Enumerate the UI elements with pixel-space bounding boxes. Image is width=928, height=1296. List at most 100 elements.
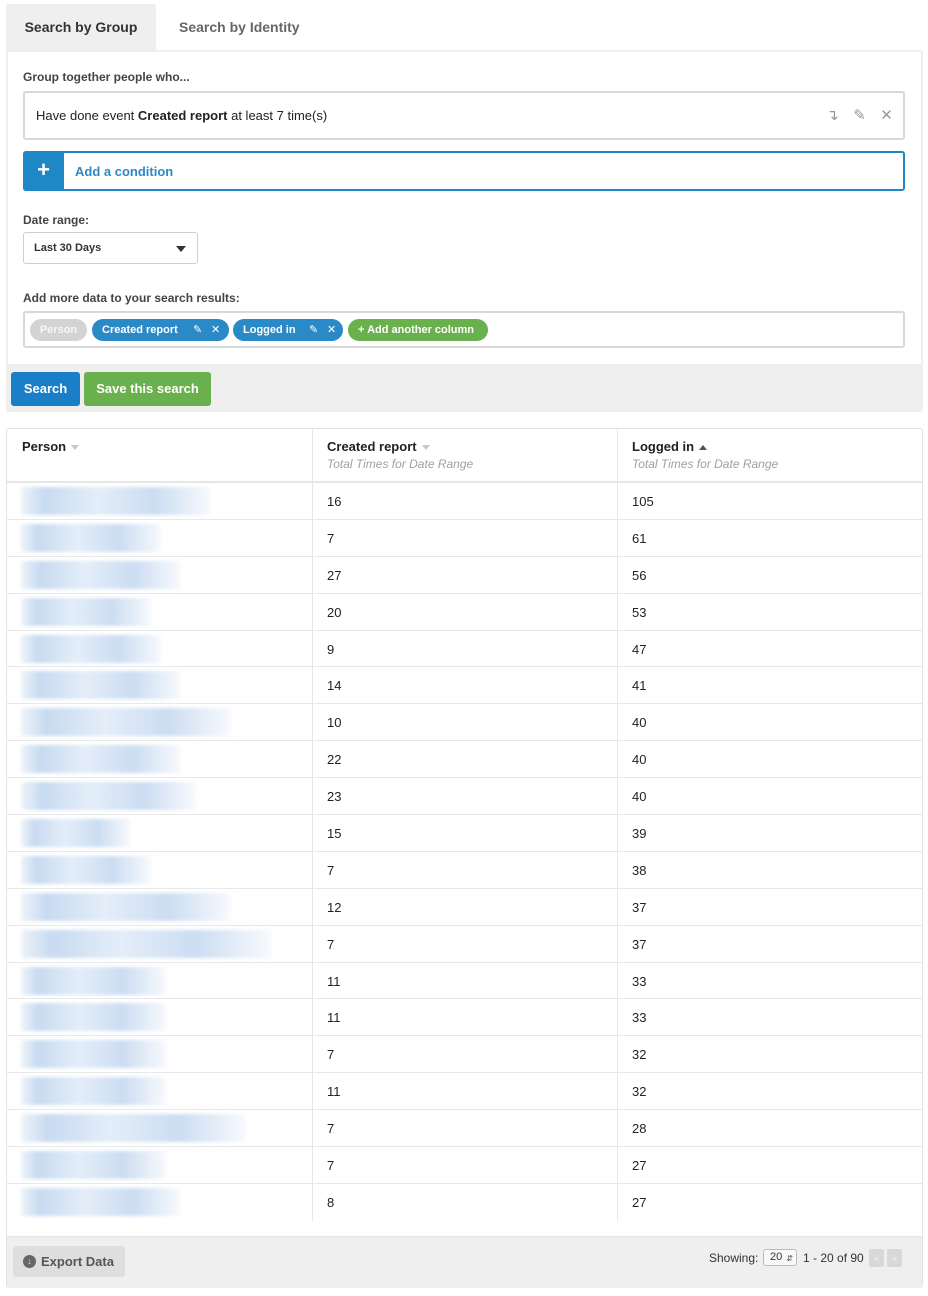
created-report-count: 22: [327, 752, 342, 768]
column-pill-label: Logged in: [243, 324, 296, 336]
table-row[interactable]: 11 33: [7, 963, 922, 1000]
table-row[interactable]: 7 61: [7, 520, 922, 557]
person-name-redacted[interactable]: [21, 782, 196, 811]
save-search-button[interactable]: Save this search: [84, 372, 211, 406]
column-pill-logged-in[interactable]: Logged in ✎ ✕: [233, 319, 343, 341]
table-row[interactable]: 14 41: [7, 667, 922, 705]
person-name-redacted[interactable]: [21, 523, 161, 552]
close-icon[interactable]: ✕: [878, 108, 895, 123]
created-report-count: 7: [327, 862, 335, 878]
pencil-icon[interactable]: ✎: [309, 319, 318, 341]
export-data-button[interactable]: ↓ Export Data: [13, 1246, 125, 1277]
search-tabs: Search by Group Search by Identity: [6, 4, 326, 51]
person-name-redacted[interactable]: [21, 855, 151, 884]
close-icon[interactable]: ✕: [327, 319, 336, 341]
plus-icon: +: [23, 151, 64, 191]
table-row[interactable]: 7 37: [7, 926, 922, 963]
table-row[interactable]: 15 39: [7, 815, 922, 852]
person-name-redacted[interactable]: [21, 1003, 166, 1032]
person-name-redacted[interactable]: [21, 892, 231, 921]
person-name-redacted[interactable]: [21, 487, 211, 515]
previous-page-button[interactable]: «: [869, 1249, 884, 1267]
table-row[interactable]: 16 105: [7, 483, 922, 520]
person-name-redacted[interactable]: [21, 597, 151, 626]
person-name-redacted[interactable]: [21, 819, 131, 848]
tab-search-by-identity[interactable]: Search by Identity: [161, 4, 318, 51]
logged-in-count: 105: [632, 494, 654, 509]
date-range-label: Date range:: [23, 213, 90, 227]
table-row[interactable]: 9 47: [7, 631, 922, 668]
table-row[interactable]: 11 32: [7, 1073, 922, 1111]
add-data-label: Add more data to your search results:: [23, 291, 240, 305]
column-header-person[interactable]: Person: [7, 429, 312, 481]
column-header-created-report[interactable]: Created report Total Times for Date Rang…: [312, 429, 617, 481]
created-report-count: 12: [327, 899, 342, 915]
table-row[interactable]: 7 32: [7, 1036, 922, 1074]
add-column-button[interactable]: + Add another column: [348, 319, 488, 341]
table-row[interactable]: 20 53: [7, 594, 922, 631]
tab-search-by-group[interactable]: Search by Group: [6, 4, 156, 51]
person-name-redacted[interactable]: [21, 1187, 181, 1216]
person-name-redacted[interactable]: [21, 1040, 166, 1069]
person-name-redacted[interactable]: [21, 634, 161, 663]
add-condition-button[interactable]: + Add a condition: [23, 151, 905, 191]
created-report-count: 15: [327, 826, 342, 842]
move-down-icon[interactable]: ↴: [824, 108, 841, 123]
condition-prefix: Have done event: [36, 108, 138, 123]
date-range-select[interactable]: Last 30 Days: [23, 232, 198, 264]
sort-down-icon: [71, 445, 80, 451]
results-table: Person Created report Total Times for Da…: [6, 428, 923, 1288]
pencil-icon[interactable]: ✎: [851, 108, 868, 123]
close-icon[interactable]: ✕: [211, 319, 220, 341]
person-name-redacted[interactable]: [21, 708, 231, 737]
logged-in-count: 40: [632, 752, 647, 768]
column-subtitle: Total Times for Date Range: [632, 457, 779, 471]
column-subtitle: Total Times for Date Range: [327, 457, 474, 471]
pencil-icon[interactable]: ✎: [193, 319, 202, 341]
table-row[interactable]: 7 28: [7, 1110, 922, 1148]
created-report-count: 10: [327, 715, 342, 731]
condition-event: Created report: [137, 108, 228, 123]
table-row[interactable]: 27 56: [7, 557, 922, 594]
table-row[interactable]: 10 40: [7, 704, 922, 742]
person-name-redacted[interactable]: [21, 1114, 246, 1143]
created-report-count: 7: [327, 936, 335, 952]
person-name-redacted[interactable]: [21, 966, 166, 995]
column-pill-created-report[interactable]: Created report ✎ ✕: [92, 319, 229, 341]
search-button[interactable]: Search: [11, 372, 80, 406]
person-name-redacted[interactable]: [21, 1151, 166, 1180]
created-report-count: 7: [327, 1158, 335, 1174]
table-row[interactable]: 7 27: [7, 1147, 922, 1184]
query-panel: Group together people who... Have done e…: [6, 50, 923, 412]
logged-in-count: 41: [632, 678, 647, 694]
logged-in-count: 27: [632, 1194, 647, 1210]
column-header-logged-in[interactable]: Logged in Total Times for Date Range: [617, 429, 922, 481]
table-body: 16 105 7 61 27 56 20 53 9 47 14 41 10 40 22 40 23 40 15 39 7…: [7, 483, 922, 1221]
page-size-value: 20: [770, 1251, 783, 1263]
table-row[interactable]: 7 38: [7, 852, 922, 889]
table-row[interactable]: 12 37: [7, 889, 922, 926]
person-name-redacted[interactable]: [21, 745, 181, 774]
query-panel-body: Group together people who... Have done e…: [8, 52, 921, 364]
download-icon: ↓: [23, 1255, 36, 1268]
person-name-redacted[interactable]: [21, 929, 271, 958]
person-name-redacted[interactable]: [21, 671, 181, 700]
logged-in-count: 61: [632, 530, 647, 546]
condition-text: Have done event Created report at least …: [36, 108, 327, 123]
person-name-redacted[interactable]: [21, 560, 181, 589]
logged-in-count: 27: [632, 1158, 647, 1174]
created-report-count: 11: [327, 1084, 341, 1100]
page-size-select[interactable]: 20 ⇵: [763, 1249, 797, 1266]
logged-in-count: 32: [632, 1047, 647, 1063]
next-page-button[interactable]: »: [887, 1249, 902, 1267]
table-row[interactable]: 23 40: [7, 778, 922, 816]
table-row[interactable]: 8 27: [7, 1184, 922, 1221]
created-report-count: 23: [327, 789, 342, 805]
logged-in-count: 37: [632, 899, 647, 915]
condition-row[interactable]: Have done event Created report at least …: [23, 91, 905, 140]
group-label: Group together people who...: [23, 70, 190, 84]
table-row[interactable]: 11 33: [7, 999, 922, 1037]
sort-down-icon: [421, 445, 430, 451]
person-name-redacted[interactable]: [21, 1077, 166, 1106]
table-row[interactable]: 22 40: [7, 741, 922, 779]
